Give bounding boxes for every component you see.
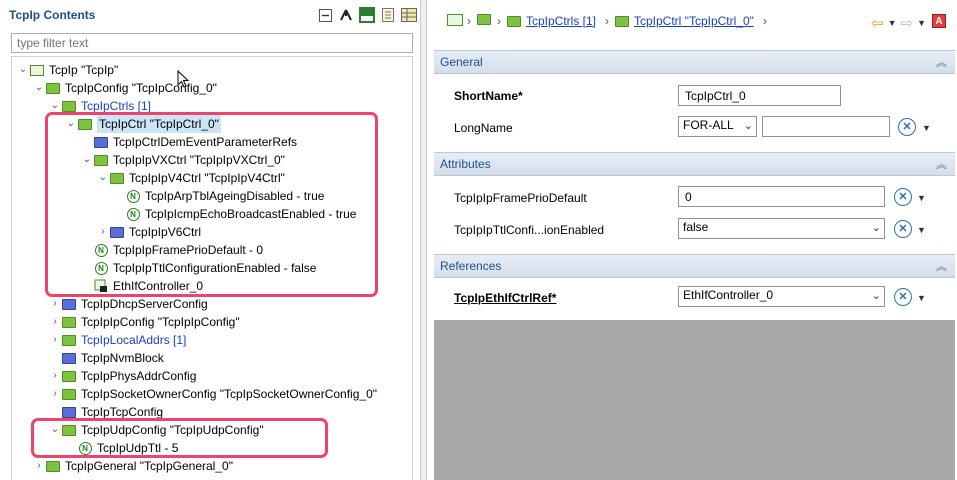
dropdown-icon[interactable]: ▼ xyxy=(922,123,931,133)
references-section: References ︽ TcpIpEthIfCtrlRef* EthIfCon… xyxy=(434,254,955,320)
tree-filter-input[interactable] xyxy=(11,33,413,53)
mouse-cursor-icon xyxy=(177,70,189,88)
navigation-buttons: ⇦ ▼ ⇨ ▼ xyxy=(871,14,926,32)
tree-item-socket-owner[interactable]: › TcpIpSocketOwnerConfig "TcpIpSocketOwn… xyxy=(49,385,377,403)
dropdown-icon[interactable]: ▼ xyxy=(888,18,897,28)
long-name-label: LongName xyxy=(454,121,513,135)
breadcrumb: › › TcpIpCtrls [1] › TcpIpCtrl "TcpIpCtr… xyxy=(427,0,957,40)
expand-chevron-icon[interactable]: ⌄ xyxy=(17,61,29,79)
dropdown-icon[interactable]: ▼ xyxy=(917,193,926,203)
highlight-box-ctrl xyxy=(45,112,378,297)
module-icon xyxy=(29,62,45,78)
contents-header: TcpIp Contents xyxy=(0,0,420,30)
general-section: General ︽ ShortName* LongName FOR-ALL ⌄ … xyxy=(434,50,955,152)
attributes-section-header[interactable]: Attributes ︽ xyxy=(434,152,955,176)
vp-res-icon[interactable] xyxy=(359,7,375,23)
green-folder-icon xyxy=(477,14,491,25)
breadcrumb-root[interactable] xyxy=(447,14,463,26)
editor-area: General ︽ ShortName* LongName FOR-ALL ⌄ … xyxy=(434,50,955,480)
highlight-box-udp xyxy=(31,418,328,458)
clear-value-icon[interactable]: ✕ xyxy=(894,288,912,306)
tree-item-tcpip[interactable]: ⌄ TcpIp "TcpIp" xyxy=(17,61,118,79)
ethif-ctrl-ref-label[interactable]: TcpIpEthIfCtrlRef* xyxy=(454,291,556,305)
ttl-config-label: TcpIpIpTtlConfi...ionEnabled xyxy=(454,223,605,237)
green-folder-icon xyxy=(45,458,61,474)
breadcrumb-ctrls[interactable]: TcpIpCtrls [1] xyxy=(507,14,596,28)
hierarchy-icon[interactable] xyxy=(338,7,354,23)
long-name-input[interactable] xyxy=(762,116,890,137)
tree-item-tcpipconfig[interactable]: ⌄ TcpIpConfig "TcpIpConfig_0" xyxy=(33,79,217,97)
green-folder-icon xyxy=(61,368,77,384)
panel-title: TcpIp Contents xyxy=(9,8,96,22)
breadcrumb-separator-icon: › xyxy=(467,14,471,28)
chevron-down-icon: ⌄ xyxy=(871,222,881,234)
frame-prio-input[interactable] xyxy=(678,186,885,207)
blue-folder-icon xyxy=(61,296,77,312)
a-badge-icon[interactable]: A xyxy=(932,14,946,28)
tree-item-nvm-block[interactable]: TcpIpNvmBlock xyxy=(49,349,164,367)
forward-arrow-icon[interactable]: ⇨ xyxy=(901,14,914,32)
blue-folder-icon xyxy=(61,350,77,366)
chevron-down-icon: ⌄ xyxy=(871,290,881,302)
breadcrumb-config[interactable] xyxy=(477,14,491,25)
module-icon xyxy=(447,14,463,26)
tree-item-phys-addr[interactable]: › TcpIpPhysAddrConfig xyxy=(49,367,196,385)
short-name-label: ShortName* xyxy=(454,89,523,103)
tree-item-local-addrs[interactable]: › TcpIpLocalAddrs [1] xyxy=(49,331,186,349)
general-section-header[interactable]: General ︽ xyxy=(434,50,955,74)
back-arrow-icon[interactable]: ⇦ xyxy=(871,14,884,32)
collapse-all-icon[interactable] xyxy=(317,7,333,23)
tree-item-ipconfig[interactable]: › TcpIpIpConfig "TcpIpIpConfig" xyxy=(49,313,239,331)
collapse-section-icon[interactable]: ︽ xyxy=(936,54,947,70)
green-folder-icon xyxy=(615,15,629,27)
expand-chevron-icon[interactable]: ⌄ xyxy=(33,79,45,97)
green-folder-icon xyxy=(507,15,521,27)
clear-value-icon[interactable]: ✕ xyxy=(894,220,912,238)
dropdown-icon[interactable]: ▼ xyxy=(917,225,926,235)
collapse-section-icon[interactable]: ︽ xyxy=(936,258,947,274)
collapsed-chevron-icon[interactable]: › xyxy=(49,367,61,385)
dropdown-icon[interactable]: ▼ xyxy=(917,293,926,303)
tree-item-general[interactable]: › TcpIpGeneral "TcpIpGeneral_0" xyxy=(33,457,233,475)
collapsed-chevron-icon[interactable]: › xyxy=(49,295,61,313)
tree-item-dhcp-server[interactable]: › TcpIpDhcpServerConfig xyxy=(49,295,207,313)
ttl-config-select[interactable]: false ⌄ xyxy=(678,218,885,239)
dropdown-icon[interactable]: ▼ xyxy=(917,18,926,28)
breadcrumb-separator-icon: › xyxy=(763,14,767,28)
panel-toolbar xyxy=(317,7,417,23)
tcpip-contents-panel: TcpIp Contents ⌄ TcpIp "TcpIp" ⌄ xyxy=(0,0,421,480)
short-name-input[interactable] xyxy=(678,85,841,106)
grid-layout-icon[interactable] xyxy=(401,7,417,23)
attributes-section: Attributes ︽ TcpIpIpFramePrioDefault ✕ ▼… xyxy=(434,152,955,254)
language-select[interactable]: FOR-ALL ⌄ xyxy=(678,116,757,137)
collapsed-chevron-icon[interactable]: › xyxy=(49,385,61,403)
breadcrumb-ctrl[interactable]: TcpIpCtrl "TcpIpCtrl_0" xyxy=(615,14,754,28)
collapsed-chevron-icon[interactable]: › xyxy=(33,457,45,475)
collapsed-chevron-icon[interactable]: › xyxy=(49,331,61,349)
clear-value-icon[interactable]: ✕ xyxy=(894,188,912,206)
green-folder-icon xyxy=(45,80,61,96)
properties-editor-panel: › › TcpIpCtrls [1] › TcpIpCtrl "TcpIpCtr… xyxy=(426,0,957,480)
green-folder-icon xyxy=(61,314,77,330)
clear-value-icon[interactable]: ✕ xyxy=(898,118,916,136)
document-icon[interactable] xyxy=(380,7,396,23)
collapse-section-icon[interactable]: ︽ xyxy=(936,156,947,172)
breadcrumb-separator-icon: › xyxy=(497,14,501,28)
green-folder-icon xyxy=(61,332,77,348)
chevron-down-icon: ⌄ xyxy=(743,120,753,132)
breadcrumb-separator-icon: › xyxy=(605,14,609,28)
ethif-ctrl-ref-select[interactable]: EthIfController_0 ⌄ xyxy=(678,286,885,307)
frame-prio-label: TcpIpIpFramePrioDefault xyxy=(454,191,587,205)
green-folder-icon xyxy=(61,386,77,402)
references-section-header[interactable]: References ︽ xyxy=(434,254,955,278)
collapsed-chevron-icon[interactable]: › xyxy=(49,313,61,331)
